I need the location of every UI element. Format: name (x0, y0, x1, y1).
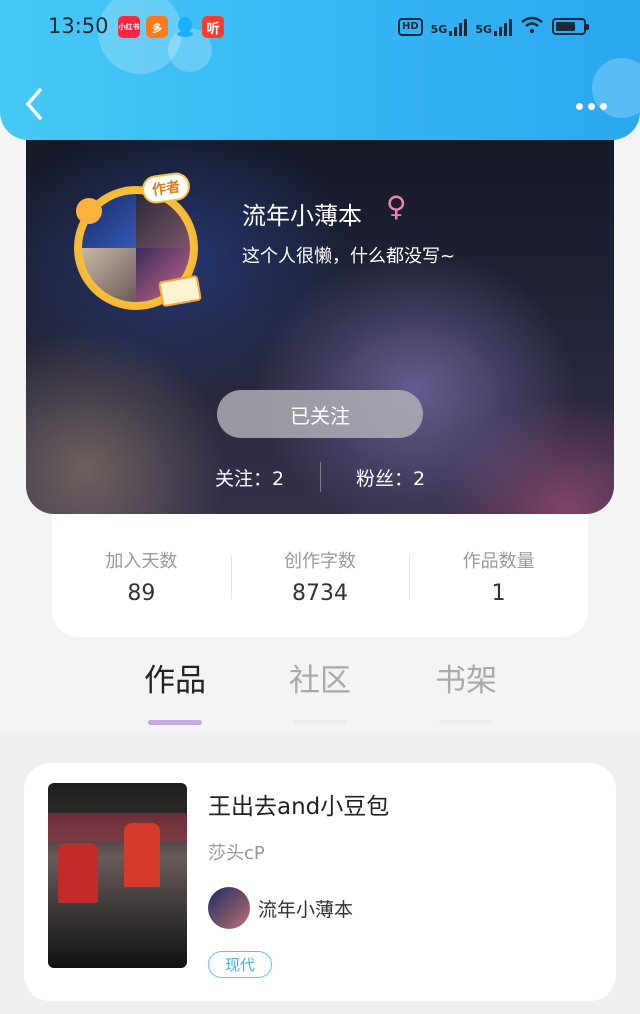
battery-icon (552, 18, 589, 35)
work-title: 王出去and小豆包 (208, 794, 390, 820)
profile-bio: 这个人很懒，什么都没写~ (242, 246, 456, 267)
stat-label: 作品数量 (462, 550, 535, 572)
author-name: 流年小薄本 (258, 898, 354, 921)
author-mini-avatar (208, 887, 250, 929)
more-dot (600, 102, 607, 110)
tab-bookshelf[interactable]: 书架 (416, 655, 516, 725)
followers-count[interactable]: 粉丝：2 (321, 464, 461, 491)
ting-icon: 听 (202, 16, 224, 38)
stat-value: 1 (491, 580, 506, 606)
top-header: 13:50 小红书 多 听 HD 5G 5G (0, 0, 640, 140)
genre-tag: 现代 (208, 951, 273, 978)
female-gender-icon: ♀ (386, 190, 407, 223)
author-avatar[interactable]: 作者 (66, 170, 206, 314)
profile-header-card: 作者 流年小薄本 ♀ 这个人很懒，什么都没写~ 已关注 关注：2 粉丝：2 (26, 90, 614, 514)
followed-button[interactable]: 已关注 (217, 390, 423, 438)
signal-icon (494, 18, 512, 36)
tab-label: 作品 (144, 663, 206, 699)
stat-label: 创作字数 (284, 550, 356, 572)
chevron-left-icon (26, 88, 42, 120)
stat-label: 加入天数 (105, 550, 178, 572)
author-stats-card: 加入天数 89 创作字数 8734 作品数量 1 (52, 495, 588, 637)
stat-work-count: 作品数量 1 (409, 547, 588, 606)
book-icon (158, 274, 202, 308)
work-cover-image[interactable] (48, 783, 187, 968)
hd-icon: HD (397, 17, 423, 36)
work-card[interactable]: 王出去and小豆包 莎头cP 流年小薄本 现代 (24, 763, 616, 1001)
lamp-icon (76, 198, 102, 224)
more-dot (588, 102, 595, 110)
signal-5g-1: 5G (431, 18, 468, 36)
stat-join-days: 加入天数 89 (52, 547, 231, 606)
stat-value: 89 (127, 580, 156, 606)
content-tabs: 作品 社区 书架 (0, 655, 640, 735)
work-author[interactable]: 流年小薄本 (208, 887, 353, 929)
stat-value: 8734 (292, 580, 348, 606)
signal-icon (449, 18, 468, 36)
tab-indicator (148, 720, 202, 725)
stat-word-count: 创作字数 8734 (230, 547, 410, 606)
more-button[interactable] (576, 96, 612, 116)
tab-works[interactable]: 作品 (125, 655, 225, 725)
signal-5g-2: 5G (475, 18, 512, 36)
tab-community[interactable]: 社区 (270, 655, 370, 725)
more-dot (576, 102, 583, 110)
status-indicators: HD 5G 5G (397, 16, 589, 37)
wifi-icon (520, 16, 544, 37)
duokan-icon: 多 (146, 16, 168, 38)
author-badge: 作者 (140, 170, 192, 206)
tab-indicator (439, 720, 493, 725)
status-time: 13:50 (48, 14, 109, 38)
status-app-icons: 小红书 多 听 (118, 16, 224, 38)
following-count[interactable]: 关注：2 (180, 464, 320, 491)
tab-label: 社区 (289, 663, 351, 699)
tab-indicator (293, 720, 347, 725)
profile-username: 流年小薄本 (242, 202, 362, 230)
work-subtitle: 莎头cP (208, 843, 265, 864)
xiaohongshu-icon: 小红书 (118, 16, 140, 38)
qq-icon (174, 16, 196, 38)
follow-stats: 关注：2 粉丝：2 (26, 462, 614, 492)
back-button[interactable] (20, 84, 50, 124)
tab-label: 书架 (435, 663, 497, 699)
